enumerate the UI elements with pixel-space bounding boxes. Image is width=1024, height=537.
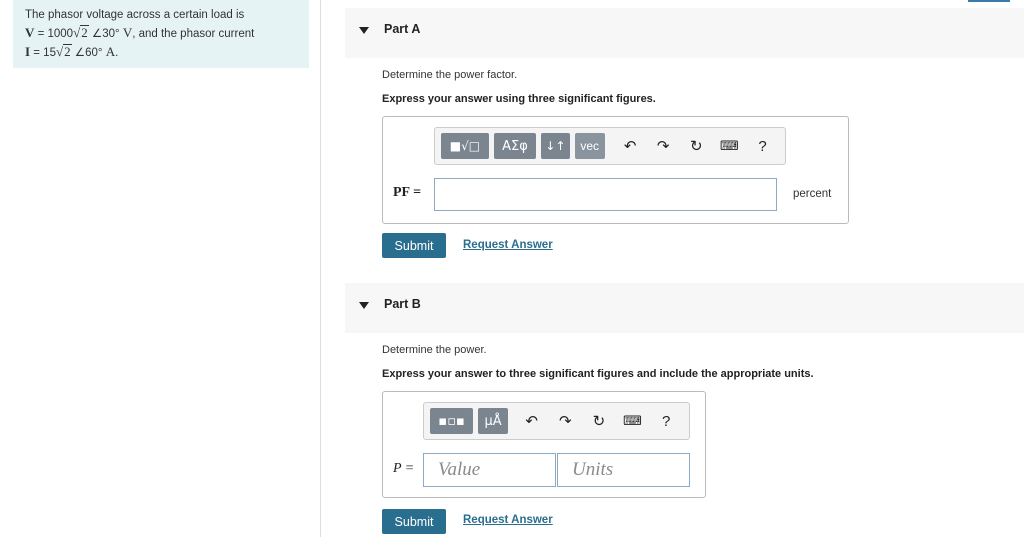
part-a-prompt: Determine the power factor.: [382, 69, 518, 81]
column-divider: [320, 0, 321, 537]
redo-icon[interactable]: ↷: [653, 135, 674, 157]
undo-icon[interactable]: ↶: [521, 410, 543, 432]
vector-button[interactable]: vec: [574, 133, 605, 159]
units-symbol-button[interactable]: μÅ: [478, 408, 508, 434]
p-label: P =: [393, 461, 415, 476]
template-button[interactable]: ■√□: [441, 133, 489, 159]
part-a-math-toolbar: ■√□ ΑΣφ ↓↑ vec ↶ ↷ ↻ ⌨ ?: [434, 127, 786, 165]
pf-label: PF =: [393, 185, 422, 200]
help-icon[interactable]: ?: [752, 135, 773, 157]
sqrt-symbol: √: [73, 25, 81, 40]
part-a-instruction: Express your answer using three signific…: [382, 93, 656, 105]
part-b-request-answer-link[interactable]: Request Answer: [463, 514, 553, 526]
current-tail: .: [115, 47, 119, 59]
reset-icon[interactable]: ↻: [588, 410, 610, 432]
top-accent-bar: [968, 0, 1010, 2]
pf-unit-label: percent: [793, 188, 832, 200]
part-b-math-toolbar: ▪▫▪ μÅ ↶ ↷ ↻ ⌨ ?: [423, 402, 690, 440]
voltage-magnitude: = 1000: [34, 28, 74, 40]
part-b-instruction: Express your answer to three significant…: [382, 368, 814, 380]
value-placeholder: Value: [438, 459, 481, 480]
pf-input[interactable]: [434, 178, 777, 211]
current-magnitude: = 15: [30, 47, 56, 59]
keyboard-icon[interactable]: ⌨: [622, 410, 644, 432]
part-b-submit-button[interactable]: Submit: [382, 509, 446, 534]
part-b-prompt: Determine the power.: [382, 344, 487, 356]
current-sqrt-arg: 2: [63, 44, 72, 59]
current-angle: ∠60°: [71, 47, 106, 59]
arrows-button[interactable]: ↓↑: [541, 133, 570, 159]
redo-icon[interactable]: ↷: [554, 410, 576, 432]
greek-symbols-button[interactable]: ΑΣφ: [493, 133, 537, 159]
part-a-title: Part A: [384, 22, 421, 36]
part-a-header[interactable]: Part A: [345, 8, 1024, 58]
voltage-sqrt-arg: 2: [80, 25, 89, 40]
keyboard-icon[interactable]: ⌨: [719, 135, 740, 157]
sqrt-symbol: √: [55, 44, 64, 59]
part-b-header[interactable]: Part B: [345, 283, 1024, 333]
voltage-angle: ∠30°: [88, 28, 123, 40]
voltage-unit: V: [122, 25, 133, 40]
reset-icon[interactable]: ↻: [686, 135, 707, 157]
template-button[interactable]: ▪▫▪: [430, 408, 474, 434]
part-b-title: Part B: [384, 297, 421, 311]
current-unit: A: [105, 44, 116, 59]
problem-line-voltage: V = 1000√2 ∠30° V, and the phasor curren…: [25, 24, 297, 43]
help-icon[interactable]: ?: [655, 410, 677, 432]
collapse-triangle-icon[interactable]: [359, 302, 369, 309]
part-a-request-answer-link[interactable]: Request Answer: [463, 239, 553, 251]
undo-icon[interactable]: ↶: [620, 135, 641, 157]
part-a-submit-button[interactable]: Submit: [382, 233, 446, 258]
collapse-triangle-icon[interactable]: [359, 27, 369, 34]
voltage-symbol: V: [25, 25, 35, 40]
units-input[interactable]: Units: [557, 453, 690, 487]
problem-line-current: I = 15√2 ∠60° A.: [25, 43, 297, 62]
units-placeholder: Units: [572, 459, 614, 480]
problem-line-1: The phasor voltage across a certain load…: [25, 9, 245, 21]
voltage-tail: , and the phasor current: [132, 28, 255, 40]
problem-statement: The phasor voltage across a certain load…: [13, 0, 309, 68]
value-input[interactable]: Value: [423, 453, 556, 487]
